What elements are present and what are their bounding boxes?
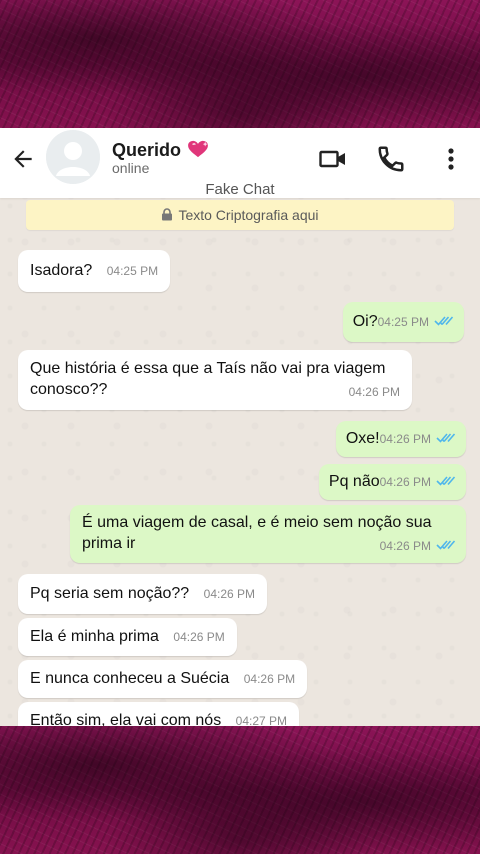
message-time: 04:25 PM xyxy=(377,315,429,329)
message-time: 04:26 PM xyxy=(203,587,256,601)
message-outgoing[interactable]: Pq não04:26 PM xyxy=(318,464,466,500)
video-call-icon[interactable] xyxy=(318,144,348,174)
message-time: 04:27 PM xyxy=(235,714,288,726)
message-incoming[interactable]: E nunca conheceu a Suécia 04:26 PM xyxy=(18,660,308,698)
message-incoming[interactable]: Ela é minha prima 04:26 PM xyxy=(18,618,237,656)
message-time: 04:25 PM xyxy=(106,264,159,278)
message-outgoing[interactable]: Oi?04:25 PM xyxy=(342,302,464,342)
message-time: 04:26 PM xyxy=(348,385,400,399)
message-text: Que história é essa que a Taís não vai p… xyxy=(30,360,386,398)
chat-subtitle: Fake Chat xyxy=(205,181,275,198)
message-time: 04:26 PM xyxy=(379,475,431,489)
message-text: Então sim, ela vai com nós xyxy=(30,712,222,726)
back-arrow-icon[interactable] xyxy=(10,146,36,172)
chat-screen: Querido online Fake Chat Texto Criptogra… xyxy=(0,128,480,726)
chat-header: Querido online Fake Chat xyxy=(0,128,480,198)
message-meta: 04:26 PM xyxy=(380,535,456,557)
lock-icon xyxy=(162,208,173,221)
message-text: Oxe! xyxy=(345,430,380,447)
message-text: Pq seria sem noção?? xyxy=(30,585,190,602)
message-text: Pq não xyxy=(328,473,380,490)
message-time: 04:26 PM xyxy=(379,432,431,446)
double-check-read-icon xyxy=(434,316,454,326)
message-incoming[interactable]: Então sim, ela vai com nós 04:27 PM xyxy=(18,702,300,726)
message-text: E nunca conheceu a Suécia xyxy=(30,670,230,687)
contact-status: online xyxy=(112,160,150,176)
encryption-banner-text: Texto Criptografia aqui xyxy=(178,207,319,223)
encryption-banner[interactable]: Texto Criptografia aqui xyxy=(26,200,454,230)
message-text: Oi? xyxy=(352,313,378,330)
default-avatar-icon xyxy=(46,130,100,184)
more-options-icon[interactable] xyxy=(436,144,466,174)
double-check-read-icon xyxy=(436,433,456,443)
message-incoming[interactable]: Pq seria sem noção?? 04:26 PM xyxy=(18,574,268,614)
decorative-frame-top xyxy=(0,0,480,128)
message-outgoing[interactable]: Oxe!04:26 PM xyxy=(335,421,466,457)
contact-name[interactable]: Querido xyxy=(112,140,209,161)
double-check-read-icon xyxy=(436,476,456,486)
message-incoming[interactable]: Isadora? 04:25 PM xyxy=(18,250,171,292)
message-incoming[interactable]: Que história é essa que a Taís não vai p… xyxy=(18,350,412,410)
message-time: 04:26 PM xyxy=(173,630,225,644)
message-text: Isadora? xyxy=(30,262,93,279)
sparkling-heart-icon xyxy=(188,140,208,158)
phone-call-icon[interactable] xyxy=(376,144,406,174)
message-outgoing[interactable]: É uma viagem de casal, e é meio sem noçã… xyxy=(70,505,466,563)
decorative-frame-bottom xyxy=(0,726,480,854)
avatar[interactable] xyxy=(46,130,100,184)
message-time: 04:26 PM xyxy=(379,539,431,553)
message-time: 04:26 PM xyxy=(243,672,296,686)
contact-name-text: Querido xyxy=(112,140,182,160)
message-text: Ela é minha prima xyxy=(30,628,159,645)
double-check-read-icon xyxy=(436,540,456,550)
